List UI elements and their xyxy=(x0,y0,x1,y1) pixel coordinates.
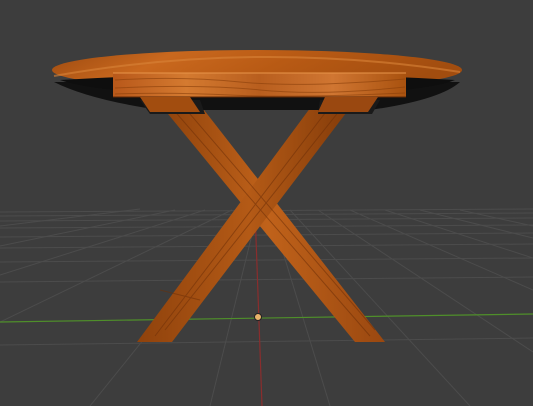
origin-marker[interactable] xyxy=(254,313,262,321)
support-block-left xyxy=(140,97,200,112)
support-block-right xyxy=(318,97,378,112)
viewport-canvas[interactable] xyxy=(0,0,533,406)
3d-viewport[interactable] xyxy=(0,0,533,406)
